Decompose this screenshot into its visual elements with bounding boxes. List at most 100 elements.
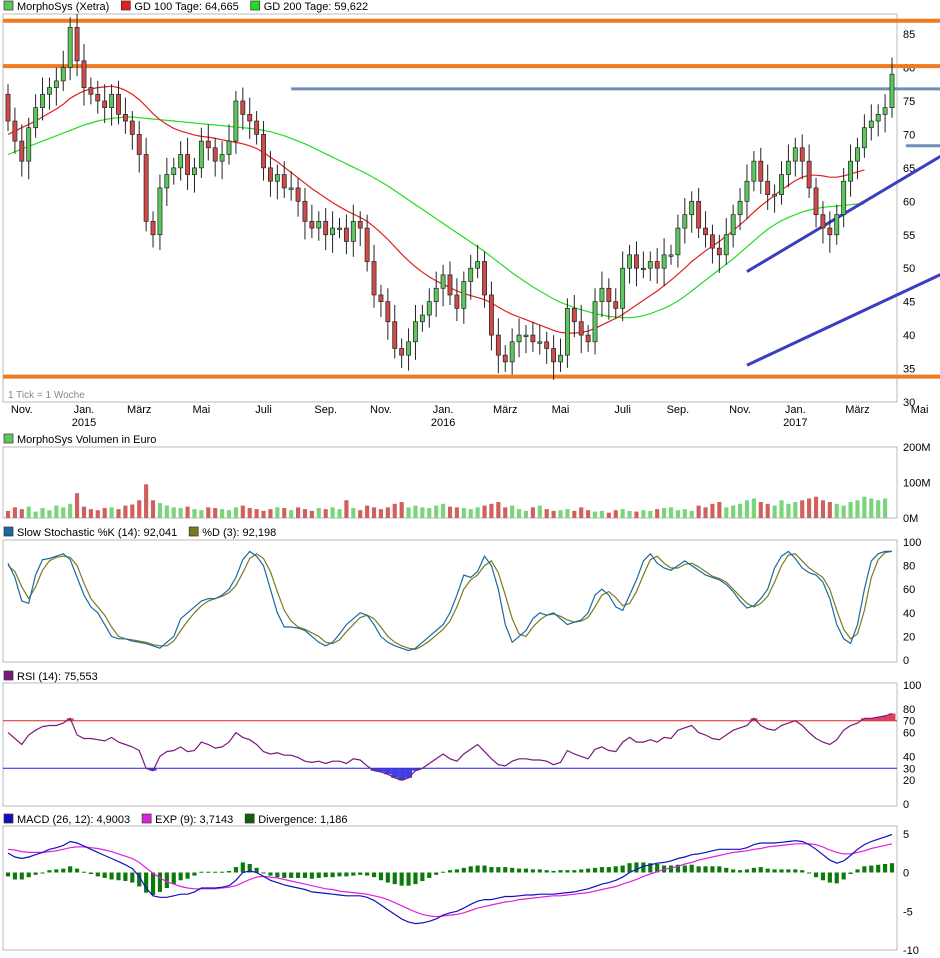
candle <box>47 87 52 95</box>
volume-bar <box>206 507 211 518</box>
candle <box>330 227 336 236</box>
candle <box>882 107 888 115</box>
legend-swatch <box>3 813 14 824</box>
candle <box>60 67 66 82</box>
candle <box>889 73 895 109</box>
volume-bar <box>668 507 674 518</box>
volume-bar <box>413 505 418 518</box>
candle <box>136 134 142 155</box>
volume-bar <box>731 505 736 518</box>
volume-bar <box>26 506 31 518</box>
legend-swatch <box>244 813 255 824</box>
divergence-bar <box>268 872 273 876</box>
volume-bar <box>275 507 280 518</box>
candle <box>537 341 543 344</box>
legend-swatch <box>120 0 131 11</box>
divergence-bar <box>378 872 384 881</box>
divergence-bar <box>295 872 301 878</box>
divergence-bar <box>282 872 287 878</box>
divergence-bar <box>447 870 453 873</box>
candle <box>571 307 577 323</box>
volume-bar <box>247 508 252 518</box>
x-tick-label: Jan. <box>785 404 806 416</box>
volume-bar <box>427 508 432 518</box>
candle <box>703 227 708 236</box>
legend-label: Slow Stochastic %K (14): 92,041 <box>17 527 177 539</box>
divergence-bar <box>503 867 508 873</box>
volume-bar <box>717 502 722 518</box>
volume-bar <box>848 502 853 518</box>
x-tick-label: Jan. <box>433 404 454 416</box>
y-tick-label: 35 <box>903 364 915 376</box>
candle <box>295 187 301 202</box>
volume-bar <box>544 509 549 518</box>
volume-bar <box>5 510 11 518</box>
volume-bar <box>592 511 598 518</box>
volume-bar <box>834 503 839 518</box>
y-tick-label: 45 <box>903 297 915 309</box>
divergence-bar <box>793 869 798 873</box>
candle <box>737 200 743 216</box>
volume-bar <box>876 500 881 518</box>
candle <box>785 160 791 175</box>
volume-bar <box>337 509 342 518</box>
volume-bar <box>434 505 439 518</box>
candle <box>744 180 750 202</box>
volume-bar <box>613 510 618 518</box>
volume-bar <box>461 508 466 518</box>
volume-bar <box>323 509 328 518</box>
y-tick-label: 60 <box>903 728 915 740</box>
candle <box>647 261 653 269</box>
candle <box>848 160 853 182</box>
divergence-bar <box>765 868 770 873</box>
divergence-bar <box>689 864 694 873</box>
volume-bar <box>378 509 384 518</box>
divergence-bar <box>779 869 784 873</box>
candle <box>143 154 149 222</box>
volume-bar <box>447 506 453 518</box>
volume-bar <box>330 507 335 518</box>
volume-bar <box>392 503 397 518</box>
volume-bar <box>295 507 301 518</box>
volume-bar <box>586 510 591 518</box>
divergence-bar <box>261 872 266 874</box>
x-tick-label: Juli <box>255 404 272 416</box>
volume-bar <box>371 507 377 518</box>
volume-bar <box>282 508 287 518</box>
divergence-bar <box>613 866 618 873</box>
volume-bar <box>454 507 459 518</box>
legend-swatch <box>3 526 14 537</box>
volume-bar <box>765 503 770 518</box>
candle <box>233 100 239 142</box>
divergence-bar <box>178 872 183 881</box>
x-tick-label: Nov. <box>11 404 33 416</box>
candle <box>116 93 121 115</box>
candle <box>482 261 487 296</box>
volume-bar <box>510 505 515 518</box>
divergence-bar <box>157 872 163 892</box>
candle <box>364 227 370 262</box>
volume-bar <box>689 510 694 518</box>
legend-swatch <box>3 0 14 11</box>
candle <box>178 154 184 169</box>
divergence-bar <box>820 872 826 881</box>
divergence-bar <box>551 870 556 873</box>
candle <box>710 234 715 249</box>
candle <box>682 214 688 229</box>
volume-bar <box>178 508 183 518</box>
stock-chart: MorphoSys (Xetra) GD 100 Tage: 64,665 GD 2… <box>2 0 940 957</box>
candle <box>730 214 736 236</box>
y-tick-label: 75 <box>903 96 915 108</box>
divergence-bar <box>427 872 432 878</box>
candle <box>171 167 177 175</box>
candle <box>185 154 190 175</box>
candle <box>834 214 840 236</box>
candle <box>12 120 18 142</box>
divergence-bar <box>876 864 881 873</box>
volume-bar <box>703 507 708 518</box>
volume-bar <box>662 508 667 518</box>
candle <box>516 334 522 343</box>
candle <box>792 147 798 162</box>
divergence-bar <box>316 872 321 878</box>
volume-bar <box>61 507 66 518</box>
